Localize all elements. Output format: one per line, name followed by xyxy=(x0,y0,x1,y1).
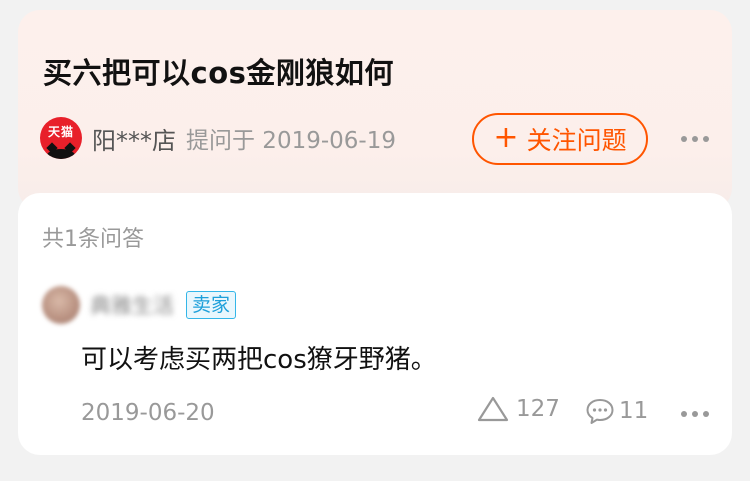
asked-date: 提问于 2019-06-19 xyxy=(186,128,396,154)
answers-card: 共1条问答 典雅生活 卖家 可以考虑买两把cos獠牙野猪。 2019-06-20… xyxy=(18,193,732,455)
answer-count: 共1条问答 xyxy=(42,227,144,252)
follow-label: 关注问题 xyxy=(526,126,627,155)
answerer-name[interactable]: 典雅生活 xyxy=(90,290,174,320)
answer-date: 2019-06-20 xyxy=(81,400,215,426)
comment-count: 11 xyxy=(619,398,649,424)
question-card: 买六把可以cos金刚狼如何 天猫 阳***店 提问于 2019-06-19 + … xyxy=(18,10,732,210)
avatar[interactable] xyxy=(42,286,80,324)
more-icon[interactable] xyxy=(681,136,709,142)
answerer-row: 典雅生活 卖家 xyxy=(42,286,237,324)
like-button[interactable]: 127 xyxy=(476,395,560,423)
asker-name[interactable]: 阳***店 xyxy=(92,121,176,156)
comment-icon xyxy=(586,399,614,424)
asker-row: 天猫 阳***店 提问于 2019-06-19 xyxy=(40,117,396,159)
seller-badge: 卖家 xyxy=(186,291,237,319)
question-title: 买六把可以cos金刚狼如何 xyxy=(43,56,394,90)
like-triangle-icon xyxy=(477,396,509,422)
avatar-text: 天猫 xyxy=(47,125,74,139)
tmall-logo-icon[interactable]: 天猫 xyxy=(40,117,82,159)
qa-page: 买六把可以cos金刚狼如何 天猫 阳***店 提问于 2019-06-19 + … xyxy=(0,0,750,481)
follow-question-button[interactable]: + 关注问题 xyxy=(472,113,648,165)
like-count: 127 xyxy=(516,396,560,422)
answer-text: 可以考虑买两把cos獠牙野猪。 xyxy=(81,345,437,375)
plus-icon: + xyxy=(493,119,519,155)
comment-button[interactable]: 11 xyxy=(585,397,648,425)
answer-more-icon[interactable] xyxy=(681,411,709,417)
